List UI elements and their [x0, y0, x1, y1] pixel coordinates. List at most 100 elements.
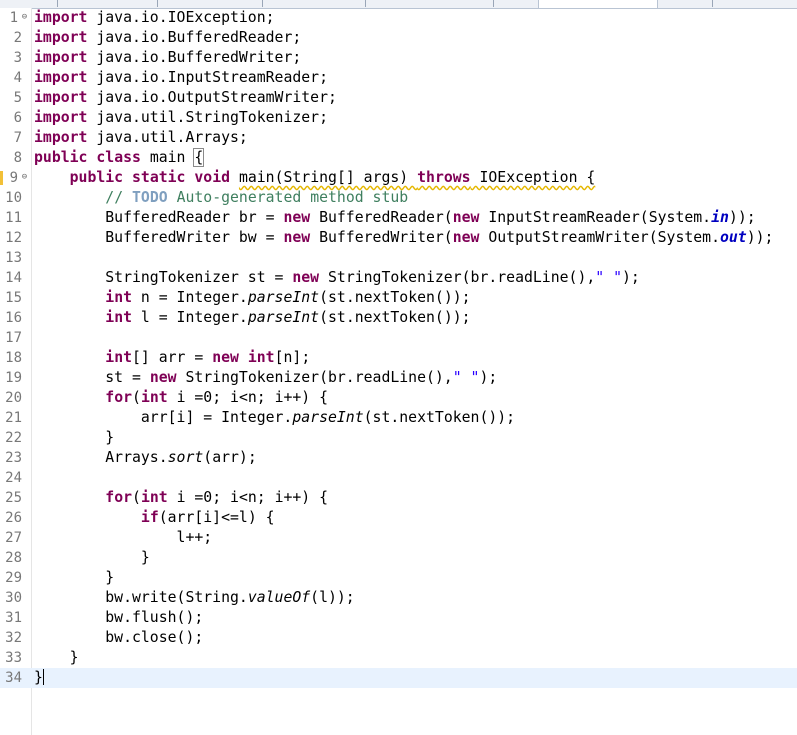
code-token: st =: [34, 369, 150, 386]
code-line[interactable]: 5 import java.io.OutputStreamWriter;: [0, 88, 797, 108]
code-line[interactable]: 15 int n = Integer.parseInt(st.nextToken…: [0, 288, 797, 308]
code-line[interactable]: 19 st = new StringTokenizer(br.readLine(…: [0, 368, 797, 388]
code-line[interactable]: 9 ⊖ public static void main(String[] args…: [0, 168, 797, 188]
code-token: java.io.BufferedWriter;: [87, 49, 302, 66]
code-text[interactable]: bw.write(String.valueOf(l));: [34, 588, 354, 608]
code-line[interactable]: 17: [0, 328, 797, 348]
code-token: }: [34, 649, 79, 666]
code-text[interactable]: import java.io.BufferedWriter;: [34, 48, 301, 68]
code-line[interactable]: 24: [0, 468, 797, 488]
code-editor[interactable]: 1 ⊖ import java.io.IOException; 2 import jav…: [0, 8, 797, 735]
code-text[interactable]: BufferedReader br = new BufferedReader(n…: [34, 208, 755, 228]
code-token: TODO: [132, 189, 168, 206]
code-line[interactable]: 11 BufferedReader br = new BufferedReade…: [0, 208, 797, 228]
code-text[interactable]: import java.util.StringTokenizer;: [34, 108, 328, 128]
code-token: bw.write(String.: [34, 589, 248, 606]
code-text[interactable]: }: [34, 548, 150, 568]
code-line[interactable]: 30 bw.write(String.valueOf(l));: [0, 588, 797, 608]
code-line[interactable]: 20 for(int i =0; i<n; i++) {: [0, 388, 797, 408]
code-token: java.io.BufferedReader;: [87, 29, 302, 46]
code-text[interactable]: l++;: [34, 528, 213, 548]
code-text[interactable]: }: [34, 668, 44, 688]
code-text[interactable]: int n = Integer.parseInt(st.nextToken())…: [34, 288, 470, 308]
code-token: }: [34, 429, 115, 446]
code-line[interactable]: 12 BufferedWriter bw = new BufferedWrite…: [0, 228, 797, 248]
line-number: 6: [13, 110, 22, 126]
code-token: [] arr =: [132, 349, 213, 366]
code-token: InputStreamReader(System.: [479, 209, 712, 226]
code-text[interactable]: import java.io.OutputStreamWriter;: [34, 88, 337, 108]
code-line[interactable]: 3 import java.io.BufferedWriter;: [0, 48, 797, 68]
tab-separator: [157, 0, 158, 7]
code-line[interactable]: 21 arr[i] = Integer.parseInt(st.nextToke…: [0, 408, 797, 428]
code-line[interactable]: 33 }: [0, 648, 797, 668]
code-text[interactable]: if(arr[i]<=l) {: [34, 508, 275, 528]
code-line[interactable]: 32 bw.close();: [0, 628, 797, 648]
code-token: public: [69, 169, 124, 186]
code-text[interactable]: st = new StringTokenizer(br.readLine(),"…: [34, 368, 497, 388]
code-line[interactable]: 14 StringTokenizer st = new StringTokeni…: [0, 268, 797, 288]
code-token: arr[i] = Integer.: [34, 409, 293, 426]
line-number: 10: [5, 190, 22, 206]
code-text[interactable]: import java.io.BufferedReader;: [34, 28, 301, 48]
code-text[interactable]: import java.io.InputStreamReader;: [34, 68, 328, 88]
code-line[interactable]: 1 ⊖ import java.io.IOException;: [0, 8, 797, 28]
code-text[interactable]: arr[i] = Integer.parseInt(st.nextToken()…: [34, 408, 515, 428]
code-token: (: [132, 489, 141, 506]
code-text[interactable]: import java.util.Arrays;: [34, 128, 248, 148]
code-line[interactable]: 2 import java.io.BufferedReader;: [0, 28, 797, 48]
tab-active-editor[interactable]: [538, 0, 658, 8]
code-line[interactable]: 13: [0, 248, 797, 268]
code-text[interactable]: }: [34, 428, 114, 448]
code-token: static: [132, 169, 186, 186]
code-text[interactable]: BufferedWriter bw = new BufferedWriter(n…: [34, 228, 773, 248]
code-line[interactable]: 25 for(int i =0; i<n; i++) {: [0, 488, 797, 508]
code-text[interactable]: // TODO Auto-generated method stub: [34, 188, 408, 208]
fold-collapse-icon[interactable]: ⊖: [20, 173, 29, 182]
code-line[interactable]: 10 // TODO Auto-generated method stub: [0, 188, 797, 208]
code-line[interactable]: 22 }: [0, 428, 797, 448]
line-number: 25: [5, 490, 22, 506]
code-text[interactable]: bw.close();: [34, 628, 203, 648]
line-number: 32: [5, 630, 22, 646]
code-token: int: [105, 289, 133, 306]
code-line[interactable]: 29 }: [0, 568, 797, 588]
code-line[interactable]: 6 import java.util.StringTokenizer;: [0, 108, 797, 128]
code-line[interactable]: 34}: [0, 668, 797, 688]
code-text[interactable]: StringTokenizer st = new StringTokenizer…: [34, 268, 640, 288]
line-number: 8: [13, 150, 22, 166]
code-token: valueOf: [247, 589, 311, 606]
code-line[interactable]: 26 if(arr[i]<=l) {: [0, 508, 797, 528]
code-text[interactable]: Arrays.sort(arr);: [34, 448, 256, 468]
code-token: );: [479, 369, 498, 386]
code-token: IOException {: [470, 169, 596, 186]
code-line[interactable]: 23 Arrays.sort(arr);: [0, 448, 797, 468]
code-line[interactable]: 28 }: [0, 548, 797, 568]
code-text[interactable]: }: [34, 648, 79, 668]
code-token: }: [34, 669, 43, 686]
code-text[interactable]: int l = Integer.parseInt(st.nextToken())…: [34, 308, 470, 328]
code-text[interactable]: public class main {: [34, 148, 205, 168]
code-token: throws: [417, 169, 471, 186]
code-text[interactable]: public static void main(String[] args) t…: [34, 168, 596, 188]
code-line[interactable]: 27 l++;: [0, 528, 797, 548]
code-text[interactable]: for(int i =0; i<n; i++) {: [34, 388, 328, 408]
code-token: new: [283, 209, 311, 226]
code-text[interactable]: int[] arr = new int[n];: [34, 348, 310, 368]
code-line[interactable]: 4 import java.io.InputStreamReader;: [0, 68, 797, 88]
code-text[interactable]: }: [34, 568, 114, 588]
code-token: ));: [746, 229, 774, 246]
code-line[interactable]: 16 int l = Integer.parseInt(st.nextToken…: [0, 308, 797, 328]
line-number: 21: [5, 410, 22, 426]
code-text[interactable]: for(int i =0; i<n; i++) {: [34, 488, 328, 508]
code-line[interactable]: 7 import java.util.Arrays;: [0, 128, 797, 148]
code-line[interactable]: 31 bw.flush();: [0, 608, 797, 628]
code-text[interactable]: bw.flush();: [34, 608, 203, 628]
code-token: parseInt: [247, 309, 320, 326]
code-line[interactable]: 8 public class main {: [0, 148, 797, 168]
code-line[interactable]: 18 int[] arr = new int[n];: [0, 348, 797, 368]
fold-collapse-icon[interactable]: ⊖: [20, 13, 29, 22]
code-text[interactable]: import java.io.IOException;: [34, 8, 275, 28]
code-token: (arr[i]<=l) {: [158, 509, 275, 526]
